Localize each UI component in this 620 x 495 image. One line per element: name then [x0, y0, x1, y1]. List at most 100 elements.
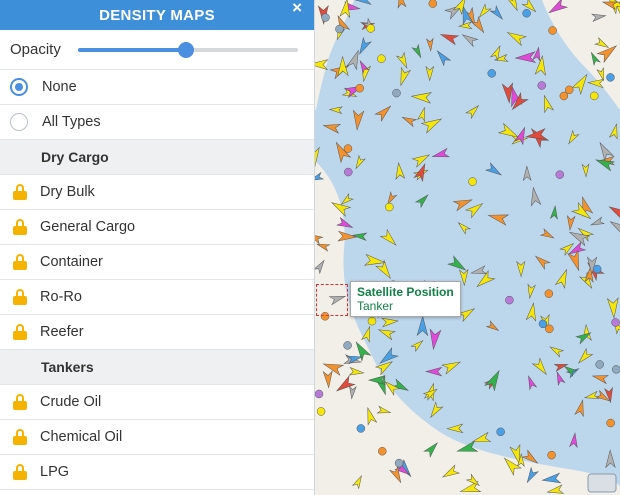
vessel-marker[interactable] — [420, 114, 444, 134]
vessel-marker[interactable] — [548, 344, 565, 358]
vessel-marker[interactable] — [581, 163, 590, 178]
anchored-vessel-marker[interactable] — [611, 318, 620, 327]
anchored-vessel-marker[interactable] — [392, 88, 401, 98]
vessel-marker[interactable] — [605, 449, 616, 469]
layer-item-ro-ro[interactable]: Ro-Ro — [0, 280, 314, 315]
vessel-marker[interactable] — [505, 28, 527, 47]
vessel-marker[interactable] — [394, 161, 406, 180]
anchored-vessel-marker[interactable] — [428, 0, 438, 8]
anchored-vessel-marker[interactable] — [377, 54, 386, 63]
vessel-marker[interactable] — [352, 109, 365, 131]
vessel-marker[interactable] — [583, 390, 600, 401]
vessel-marker[interactable] — [471, 431, 492, 446]
anchored-vessel-marker[interactable] — [321, 13, 330, 22]
vessel-marker[interactable] — [525, 302, 538, 322]
vessel-marker[interactable] — [411, 43, 424, 59]
map-svg[interactable] — [314, 0, 620, 495]
option-all-types[interactable]: All Types — [0, 105, 314, 140]
vessel-marker[interactable] — [566, 215, 576, 231]
anchored-vessel-marker[interactable] — [367, 316, 377, 326]
vessel-marker[interactable] — [574, 399, 587, 418]
vessel-marker[interactable] — [569, 432, 579, 449]
anchored-vessel-marker[interactable] — [592, 264, 602, 274]
vessel-marker[interactable] — [525, 375, 538, 391]
layer-item-lpg[interactable]: LPG — [0, 455, 314, 490]
vessel-marker[interactable] — [554, 371, 566, 386]
vessel-marker[interactable] — [395, 51, 411, 70]
anchored-vessel-marker[interactable] — [314, 389, 324, 399]
close-icon[interactable]: × — [292, 0, 302, 18]
anchored-vessel-marker[interactable] — [564, 85, 574, 95]
vessel-marker[interactable] — [533, 253, 551, 270]
vessel-marker[interactable] — [567, 227, 591, 247]
vessel-marker[interactable] — [608, 123, 620, 140]
vessel-marker[interactable] — [606, 297, 619, 319]
vessel-marker[interactable] — [354, 0, 373, 8]
vessel-marker[interactable] — [439, 30, 460, 46]
vessel-marker[interactable] — [539, 228, 556, 241]
radio-all-types[interactable] — [10, 113, 28, 131]
vessel-marker[interactable] — [425, 366, 443, 377]
vessel-marker[interactable] — [514, 51, 537, 64]
vessel-marker[interactable] — [540, 94, 555, 114]
vessel-marker[interactable] — [591, 372, 609, 385]
vessel-marker[interactable] — [431, 147, 451, 161]
vessel-marker[interactable] — [396, 0, 407, 9]
vessel-marker[interactable] — [576, 347, 594, 366]
vessel-marker[interactable] — [604, 386, 615, 404]
slider-thumb[interactable] — [177, 41, 194, 58]
vessel-marker[interactable] — [522, 165, 532, 182]
vessel-marker[interactable] — [353, 154, 366, 171]
anchored-vessel-marker[interactable] — [378, 446, 387, 456]
vessel-marker[interactable] — [607, 202, 620, 222]
vessel-marker[interactable] — [534, 54, 547, 76]
vessel-marker[interactable] — [381, 317, 399, 328]
anchored-vessel-marker[interactable] — [344, 167, 353, 177]
vessel-marker[interactable] — [322, 121, 342, 134]
anchored-vessel-marker[interactable] — [522, 9, 531, 18]
vessel-marker[interactable] — [465, 103, 481, 120]
vessel-marker[interactable] — [351, 232, 368, 241]
vessel-marker[interactable] — [410, 91, 432, 104]
vessel-marker[interactable] — [411, 151, 431, 168]
vessel-marker[interactable] — [374, 103, 394, 122]
vessel-marker[interactable] — [526, 283, 536, 300]
vessel-marker[interactable] — [506, 0, 521, 12]
map-canvas[interactable] — [314, 0, 620, 495]
anchored-vessel-marker[interactable] — [356, 424, 366, 433]
vessel-marker[interactable] — [590, 216, 605, 228]
vessel-marker[interactable] — [470, 265, 488, 277]
vessel-marker[interactable] — [377, 326, 396, 341]
anchored-vessel-marker[interactable] — [343, 341, 352, 350]
zoom-control[interactable] — [587, 473, 617, 493]
vessel-marker[interactable] — [532, 46, 542, 62]
anchored-vessel-marker[interactable] — [505, 295, 514, 305]
anchored-vessel-marker[interactable] — [335, 24, 344, 34]
layer-item-general-cargo[interactable]: General Cargo — [0, 210, 314, 245]
vessel-marker[interactable] — [553, 361, 569, 372]
layer-item-chemical-oil[interactable]: Chemical Oil — [0, 420, 314, 455]
anchored-vessel-marker[interactable] — [547, 450, 556, 460]
vessel-marker[interactable] — [414, 192, 431, 209]
vessel-marker[interactable] — [554, 268, 571, 289]
anchored-vessel-marker[interactable] — [355, 83, 364, 93]
vessel-marker[interactable] — [566, 129, 580, 146]
anchored-vessel-marker[interactable] — [385, 202, 394, 212]
vessel-marker[interactable] — [417, 106, 428, 123]
vessel-marker[interactable] — [396, 66, 411, 87]
layer-item-crude-oil[interactable]: Crude Oil — [0, 385, 314, 420]
vessel-marker[interactable] — [484, 162, 504, 179]
anchored-vessel-marker[interactable] — [487, 69, 497, 78]
vessel-marker[interactable] — [457, 305, 477, 323]
vessel-marker[interactable] — [441, 358, 462, 375]
vessel-marker[interactable] — [457, 21, 473, 30]
vessel-marker[interactable] — [410, 338, 425, 353]
vessel-marker[interactable] — [487, 210, 510, 226]
vessel-marker[interactable] — [484, 368, 504, 392]
vessel-marker[interactable] — [516, 260, 526, 278]
anchored-vessel-marker[interactable] — [611, 365, 620, 374]
vessel-marker[interactable] — [425, 65, 435, 82]
vessel-marker[interactable] — [447, 255, 468, 274]
anchored-vessel-marker[interactable] — [366, 24, 375, 33]
layer-item-reefer[interactable]: Reefer — [0, 315, 314, 350]
